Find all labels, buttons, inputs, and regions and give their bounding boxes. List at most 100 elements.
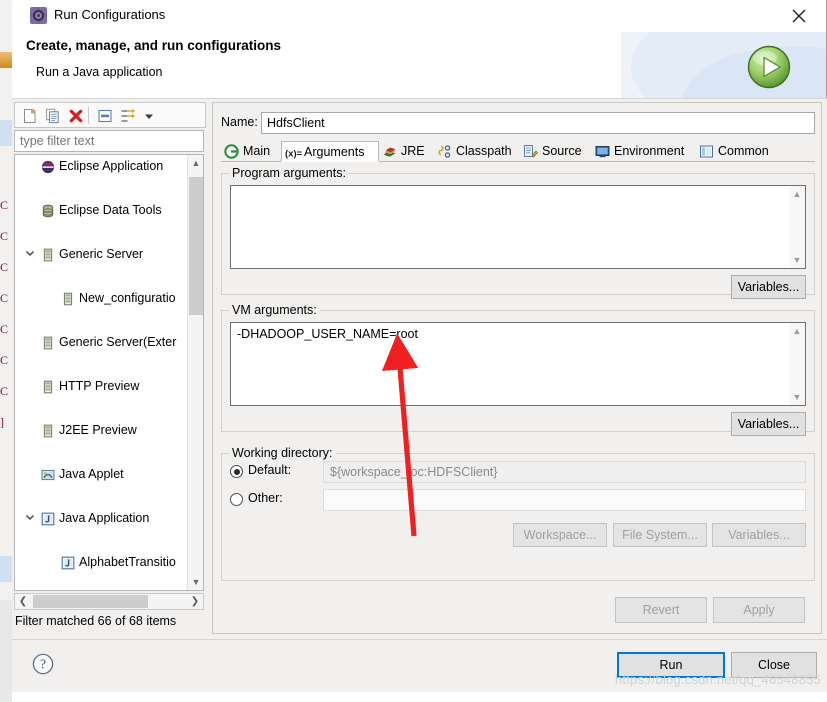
tree-vertical-scrollbar[interactable]: ▲ ▼ [187,155,203,590]
tree-item-label: Java Application [59,511,150,525]
chevron-down-icon[interactable] [23,507,37,529]
scroll-down-arrow-icon[interactable]: ▼ [188,574,203,590]
configurations-panel: Eclipse Application Eclipse Data Tools Gen… [14,102,206,634]
radio-dot [233,468,240,475]
duplicate-icon[interactable] [44,107,62,125]
scroll-down-arrow-icon[interactable]: ▼ [789,252,805,268]
view-menu-chevron-icon[interactable] [143,107,155,125]
tree-toolbar [14,102,206,128]
tree-item-new-configuratio[interactable]: New_configuratio [15,287,188,309]
header-banner [621,32,826,98]
background-icon [0,52,12,68]
vm-arguments-value: -DHADOOP_USER_NAME=root [237,327,418,341]
tree-item-generic-server-exter[interactable]: Generic Server(Exter [15,331,188,353]
revert-button[interactable]: Revert [615,597,707,623]
tree-item-alphabettransitio[interactable]: AlphabetTransitio [15,551,188,573]
tree-item-java-application[interactable]: Java Application [15,507,188,529]
name-field[interactable] [262,113,814,133]
tree-item-label: Generic Server [59,247,144,261]
toolbar-separator [88,107,89,124]
dialog-body: Eclipse Application Eclipse Data Tools Gen… [12,99,827,639]
tab-label: Common [718,144,769,158]
working-directory-default-field: ${workspace_loc:HDFSClient} [323,461,806,483]
tree-hscrollbar-thumb[interactable] [33,595,148,608]
background-text-column: C C C C C C C] [0,198,9,429]
tab-label: Environment [614,144,685,158]
java-applet-icon [41,467,55,481]
dialog-title: Run Configurations [54,7,166,22]
scroll-up-arrow-icon[interactable]: ▲ [789,323,805,339]
vm-arguments-scrollbar[interactable]: ▲ ▼ [789,323,805,405]
working-directory-other-field[interactable] [323,489,806,511]
source-tab-icon [523,144,539,159]
program-arguments-scrollbar[interactable]: ▲ ▼ [789,186,805,268]
page-subtitle: Run a Java application [36,65,163,79]
search-input[interactable] [15,131,203,151]
green-run-play-icon [746,44,792,90]
tab-environment[interactable]: Environment [592,141,696,162]
scroll-right-arrow-icon[interactable]: ❯ [187,594,203,609]
scroll-down-arrow-icon[interactable]: ▼ [789,389,805,405]
filter-icon[interactable] [119,107,137,125]
jre-tab-icon [382,144,397,159]
scroll-up-arrow-icon[interactable]: ▲ [188,155,203,171]
tab-label: Arguments [304,145,365,159]
vm-arguments-variables-button[interactable]: Variables... [731,412,806,436]
working-directory-default-radio[interactable] [230,465,243,478]
collapse-all-icon[interactable] [96,107,114,125]
working-directory-other-label[interactable]: Other: [248,491,283,505]
tree-item-eclipse-application[interactable]: Eclipse Application [15,155,188,177]
scroll-left-arrow-icon[interactable]: ❮ [15,594,31,609]
program-arguments-variables-button[interactable]: Variables... [731,275,806,299]
name-field-wrapper[interactable] [261,112,815,134]
tree-item-label: J2EE Preview [59,423,137,437]
chevron-down-icon[interactable] [23,243,37,265]
close-icon[interactable] [786,4,812,28]
filter-status-text: Filter matched 66 of 68 items [15,614,177,628]
name-label: Name: [221,115,258,129]
arguments-tab-icon: (x)= [285,145,303,160]
file-system-button[interactable]: File System... [613,523,707,547]
svg-text:(x)=: (x)= [285,149,303,160]
tab-jre[interactable]: JRE [379,141,434,162]
watermark-text: https://blog.csdn.net/qq_46548855 [614,672,821,687]
environment-tab-icon [595,144,610,159]
tree-horizontal-scrollbar[interactable]: ❮ ❯ [14,593,204,610]
tree-item-label: AlphabetTransitio [79,555,176,569]
working-directory-label: Working directory: [229,446,336,460]
workspace-button[interactable]: Workspace... [513,523,607,547]
tab-common[interactable]: Common [696,141,776,162]
tree-item-label: New_configuratio [79,291,176,305]
dialog-footer: ? Run Close https://blog.csdn.net/qq_465… [12,639,827,692]
java-application-icon [61,555,75,570]
vm-arguments-textarea[interactable]: -DHADOOP_USER_NAME=root ▲ ▼ [230,322,806,406]
apply-button[interactable]: Apply [713,597,805,623]
working-directory-other-radio[interactable] [230,493,243,506]
background-window-strip: C C C C C C C] [0,0,12,702]
tree-item-eclipse-data-tools[interactable]: Eclipse Data Tools [15,199,188,221]
filter-input-wrapper[interactable] [14,130,204,152]
delete-icon[interactable] [67,107,85,125]
help-question-icon[interactable]: ? [30,651,56,677]
tab-classpath[interactable]: Classpath [434,141,520,162]
tab-main[interactable]: Main [221,141,281,162]
working-directory-variables-button[interactable]: Variables... [712,523,806,547]
eclipse-icon [41,159,55,174]
tree-item-http-preview[interactable]: HTTP Preview [15,375,188,397]
program-arguments-textarea[interactable]: ▲ ▼ [230,185,806,269]
classpath-tab-icon [437,144,452,159]
tab-arguments[interactable]: (x)= Arguments [281,141,379,162]
tree-scrollbar-thumb[interactable] [189,177,203,315]
tree-item-generic-server[interactable]: Generic Server [15,243,188,265]
scroll-up-arrow-icon[interactable]: ▲ [789,186,805,202]
program-arguments-label: Program arguments: [229,166,349,180]
new-launch-configuration-icon[interactable] [21,107,39,125]
tree-item-label: Generic Server(Exter [59,335,177,349]
tree-item-label: Eclipse Application [59,159,164,173]
configurations-tree[interactable]: Eclipse Application Eclipse Data Tools Gen… [14,154,204,591]
tree-item-java-applet[interactable]: Java Applet [15,463,188,485]
tree-item-j2ee-preview[interactable]: J2EE Preview [15,419,188,441]
working-directory-default-label[interactable]: Default: [248,463,291,477]
tab-source[interactable]: Source [520,141,592,162]
server-icon [61,291,75,306]
